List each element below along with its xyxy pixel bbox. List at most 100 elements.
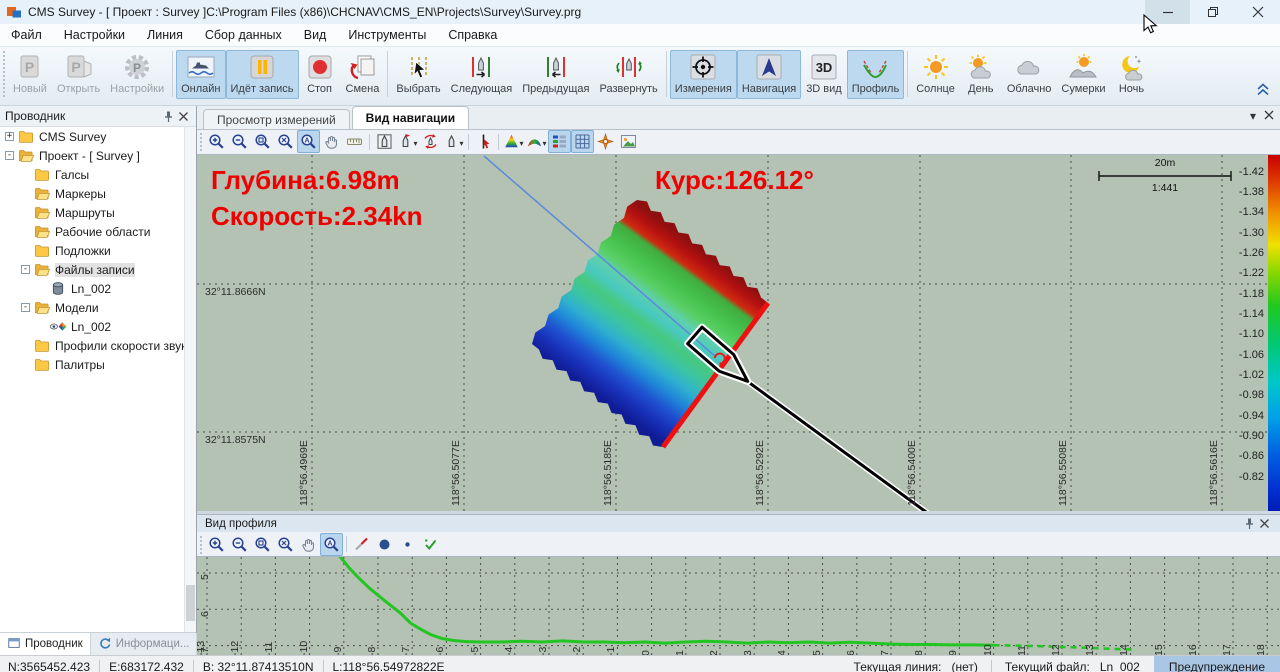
ночь-button[interactable]: Ночь [1111, 50, 1153, 99]
tree-item-палитры[interactable]: +Палитры [0, 355, 196, 374]
tree-item-рабочие-области[interactable]: +Рабочие области [0, 222, 196, 241]
menu-2[interactable]: Линия [136, 26, 194, 44]
menu-4[interactable]: Вид [293, 26, 338, 44]
profile-zoom-out-button[interactable] [228, 533, 251, 556]
close-panel-icon[interactable] [1257, 517, 1272, 531]
profile-accept-check-button[interactable] [419, 533, 442, 556]
tree-item-label: Маркеры [55, 187, 106, 201]
profile-point-large-button[interactable] [373, 533, 396, 556]
map-boat-mark-button[interactable]: ▾ [396, 130, 419, 153]
tree-item-профили-скорости-звук[interactable]: +Профили скорости звук [0, 336, 196, 355]
map-color-swath-button[interactable]: ▾ [525, 130, 548, 153]
status-northing: N:3565452.423 [8, 660, 90, 672]
warning-status-badge[interactable]: Предупреждение [1154, 656, 1280, 672]
collapse-toggle-icon[interactable]: - [21, 265, 30, 274]
map-zoom-in-button[interactable] [205, 130, 228, 153]
tree-item-модели[interactable]: -Модели [0, 298, 196, 317]
tree-item-проект-survey-[interactable]: -Проект - [ Survey ] [0, 146, 196, 165]
map-pan-hand-button[interactable] [320, 130, 343, 153]
menu-1[interactable]: Настройки [53, 26, 136, 44]
онлайн-button[interactable]: Онлайн [176, 50, 225, 99]
collapse-toggle-icon[interactable]: - [21, 303, 30, 312]
измерения-button[interactable]: Измерения [670, 50, 737, 99]
close-panel-icon[interactable] [176, 109, 191, 123]
close-button[interactable] [1235, 0, 1280, 24]
сумерки-button[interactable]: Сумерки [1056, 50, 1110, 99]
measurements-icon [688, 53, 718, 83]
выбрать-button[interactable]: Выбрать [391, 50, 445, 99]
profile-zoom-window-button[interactable] [251, 533, 274, 556]
солнце-button[interactable]: Солнце [911, 50, 960, 99]
map-zoom-out-button[interactable] [228, 130, 251, 153]
tree-item-label: Палитры [55, 358, 105, 372]
следующая-button[interactable]: Следующая [446, 50, 518, 99]
panel-close-icon[interactable] [1264, 109, 1274, 123]
открыть-button[interactable]: PОткрыть [52, 50, 105, 99]
svg-text:3D: 3D [816, 60, 833, 75]
3d-вид-button[interactable]: 3D3D вид [801, 50, 847, 99]
map-zoom-extent-button[interactable] [274, 130, 297, 153]
profile-depth-line-button[interactable] [350, 533, 373, 556]
profile-pan-hand-button[interactable] [297, 533, 320, 556]
облачно-button[interactable]: Облачно [1002, 50, 1057, 99]
collapse-toggle-icon[interactable]: - [5, 151, 14, 160]
map-grid-button[interactable] [571, 130, 594, 153]
pin-icon[interactable] [1242, 517, 1257, 531]
смена-button[interactable]: Смена [341, 50, 385, 99]
restore-button[interactable] [1190, 0, 1235, 24]
новый-button[interactable]: PНовый [8, 50, 52, 99]
tree-item-cms-survey[interactable]: +CMS Survey [0, 127, 196, 146]
minimize-button[interactable] [1145, 0, 1190, 24]
tree-item-маршруты[interactable]: +Маршруты [0, 203, 196, 222]
app-logo-icon [6, 4, 22, 20]
menu-3[interactable]: Сбор данных [194, 26, 293, 44]
map-color-legend-button[interactable] [548, 130, 571, 153]
map-compass-button[interactable] [594, 130, 617, 153]
menu-6[interactable]: Справка [437, 26, 508, 44]
tree-item-галсы[interactable]: +Галсы [0, 165, 196, 184]
menu-0[interactable]: Файл [0, 26, 53, 44]
navigation-map-canvas[interactable]: Глубина:6.98m Скорость:2.34kn Курс:126.1… [197, 155, 1280, 512]
explorer-tab-0[interactable]: Проводник [0, 633, 91, 655]
tree-item-маркеры[interactable]: +Маркеры [0, 184, 196, 203]
map-zoom-window-button[interactable] [251, 130, 274, 153]
map-image-button[interactable] [617, 130, 640, 153]
profile-point-small-button[interactable] [396, 533, 419, 556]
развернуть-button[interactable]: Развернуть [594, 50, 662, 99]
tree-item-label: Ln_002 [71, 282, 111, 296]
tree-scrollbar[interactable] [184, 127, 196, 632]
point-large-icon [376, 536, 393, 553]
panel-menu-caret-icon[interactable]: ▾ [1250, 109, 1256, 123]
menu-5[interactable]: Инструменты [337, 26, 437, 44]
profile-zoom-region-button[interactable]: A [320, 533, 343, 556]
map-pick-line-button[interactable] [472, 130, 495, 153]
стоп-button[interactable]: Стоп [299, 50, 341, 99]
profile-zoom-extent-button[interactable] [274, 533, 297, 556]
идёт-запись-button[interactable]: Идёт запись [226, 50, 299, 99]
tree-item-ln-002[interactable]: +Ln_002 [0, 279, 196, 298]
map-zoom-region-button[interactable]: A [297, 130, 320, 153]
profile-chart[interactable]: -13-12-11-10-9-8-7-6-5-4-3-2-10123456789… [197, 557, 1280, 655]
tree-item-файлы-записи[interactable]: -Файлы записи [0, 260, 196, 279]
zoom-extent-icon [277, 133, 294, 150]
навигация-button[interactable]: Навигация [737, 50, 801, 99]
map-boat-select-button[interactable]: ▾ [442, 130, 465, 153]
настройки-button[interactable]: PНастройки [105, 50, 169, 99]
tab-measurement-view[interactable]: Просмотр измерений [203, 109, 350, 129]
предыдущая-button[interactable]: Предыдущая [517, 50, 594, 99]
map-rotate-boat-button[interactable] [419, 130, 442, 153]
collapse-ribbon-button[interactable] [1254, 83, 1272, 101]
map-follow-boat-button[interactable] [373, 130, 396, 153]
tree-item-ln-002[interactable]: +Ln_002 [0, 317, 196, 336]
map-color-cone-button[interactable]: ▾ [502, 130, 525, 153]
pin-icon[interactable] [161, 109, 176, 123]
день-button[interactable]: День [960, 50, 1002, 99]
map-measure-ruler-button[interactable] [343, 130, 366, 153]
профиль-button[interactable]: Профиль [847, 50, 905, 99]
tab-navigation-view[interactable]: Вид навигации [352, 106, 469, 129]
explorer-tab-1[interactable]: Информаци... [91, 633, 198, 655]
tree-item-подложки[interactable]: +Подложки [0, 241, 196, 260]
profile-zoom-in-button[interactable] [205, 533, 228, 556]
expand-toggle-icon[interactable]: + [5, 132, 14, 141]
dusk-icon [1068, 53, 1098, 83]
